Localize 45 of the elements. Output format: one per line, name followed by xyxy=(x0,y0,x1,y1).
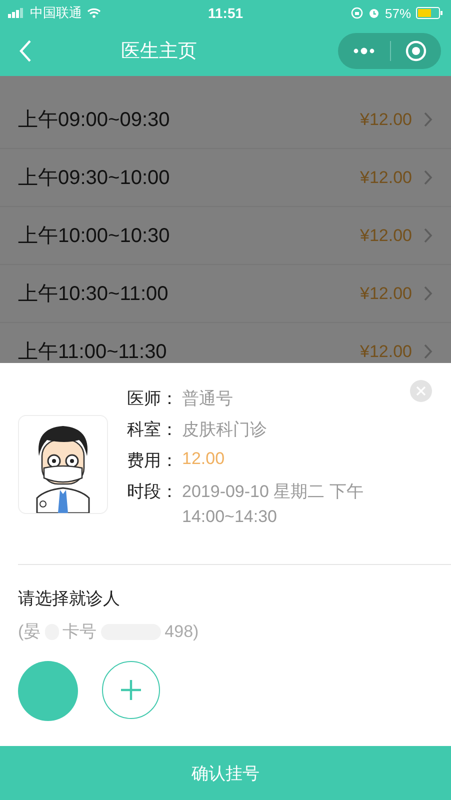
slot-time: 上午10:00~10:30 xyxy=(18,224,171,249)
signal-icon xyxy=(8,8,25,18)
more-icon[interactable] xyxy=(352,46,376,56)
carrier-name: 中国联通 xyxy=(30,4,82,22)
detail-label: 科室： xyxy=(127,419,179,441)
detail-label: 时段： xyxy=(127,481,179,503)
time-slot-row[interactable]: 上午09:30~10:00 ¥12.00 xyxy=(0,149,451,207)
chevron-right-icon xyxy=(424,344,433,359)
slot-time: 上午09:30~10:00 xyxy=(18,166,171,191)
close-icon[interactable] xyxy=(410,380,432,402)
page-title: 医生主页 xyxy=(120,40,198,64)
slot-time: 上午09:00~09:30 xyxy=(18,108,171,133)
detail-value: 2019-09-10 星期二 下午 xyxy=(182,481,364,503)
chevron-right-icon xyxy=(424,228,433,243)
detail-value: 普通号 xyxy=(182,388,233,410)
chevron-right-icon xyxy=(424,170,433,185)
alarm-icon xyxy=(368,7,380,19)
slot-price: ¥12.00 xyxy=(360,226,412,246)
battery-percent: 57% xyxy=(384,6,412,20)
clock-time: 11:51 xyxy=(208,5,244,21)
rotation-lock-icon xyxy=(350,7,363,19)
time-slot-row[interactable]: 上午10:30~11:00 ¥12.00 xyxy=(0,265,451,323)
detail-label: 医师： xyxy=(127,388,179,410)
wifi-icon xyxy=(87,8,101,18)
patient-card-text: 498) xyxy=(164,622,199,642)
plus-icon xyxy=(120,679,142,701)
slot-price: ¥12.00 xyxy=(360,110,412,130)
battery-icon xyxy=(416,7,444,19)
slot-price: ¥12.00 xyxy=(360,168,412,188)
slot-time: 上午11:00~11:30 xyxy=(18,340,168,363)
patient-card-text: (晏 xyxy=(18,621,41,643)
close-target-icon[interactable] xyxy=(405,40,427,62)
patient-prompt: 请选择就诊人 xyxy=(18,588,121,610)
chevron-right-icon xyxy=(424,112,433,127)
slot-price: ¥12.00 xyxy=(360,342,412,362)
slot-price: ¥12.00 xyxy=(360,284,412,304)
detail-value: 皮肤科门诊 xyxy=(182,419,267,441)
time-slot-row[interactable]: 上午09:00~09:30 ¥12.00 xyxy=(0,91,451,149)
slot-time: 上午10:30~11:00 xyxy=(18,282,170,307)
patient-card-text: 卡号 xyxy=(62,621,97,643)
fee-value: 12.00 xyxy=(182,449,225,469)
detail-label: 费用： xyxy=(127,450,179,472)
time-slot-row[interactable]: 上午10:00~10:30 ¥12.00 xyxy=(0,207,451,265)
chevron-right-icon xyxy=(424,286,433,301)
detail-value: 14:00~14:30 xyxy=(182,507,278,527)
